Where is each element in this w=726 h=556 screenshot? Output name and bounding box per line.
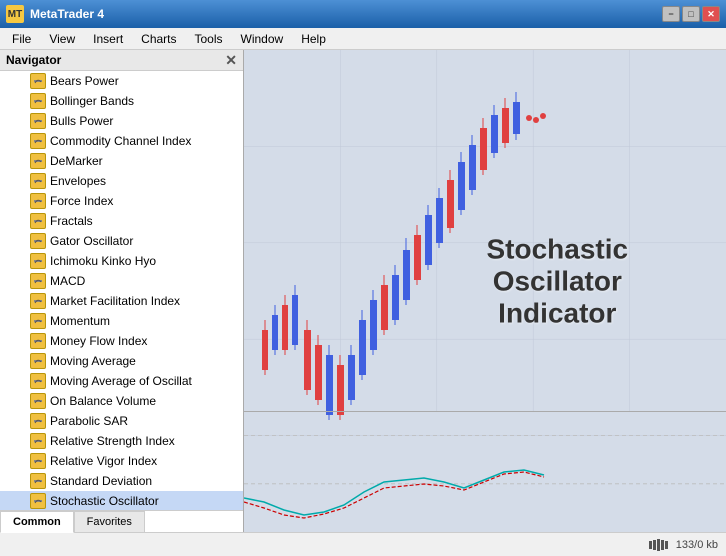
indicator-icon: [30, 393, 46, 409]
app-icon: MT: [6, 5, 24, 23]
indicator-icon: [30, 453, 46, 469]
title-bar: MT MetaTrader 4 − □ ✕: [0, 0, 726, 28]
menu-file[interactable]: File: [4, 30, 39, 48]
nav-item[interactable]: Relative Strength Index: [0, 431, 243, 451]
menu-view[interactable]: View: [41, 30, 83, 48]
indicator-icon: [30, 293, 46, 309]
indicator-icon: [30, 433, 46, 449]
navigator-close[interactable]: ✕: [225, 53, 237, 67]
indicator-icon: [30, 213, 46, 229]
indicator-icon: [30, 153, 46, 169]
navigator-title: Navigator: [6, 53, 61, 67]
indicator-icon: [30, 273, 46, 289]
menu-insert[interactable]: Insert: [85, 30, 131, 48]
nav-item[interactable]: Money Flow Index: [0, 331, 243, 351]
nav-item[interactable]: Market Facilitation Index: [0, 291, 243, 311]
indicator-icon: [30, 173, 46, 189]
minimize-button[interactable]: −: [662, 6, 680, 22]
tab-favorites[interactable]: Favorites: [74, 511, 145, 532]
menu-help[interactable]: Help: [293, 30, 334, 48]
menu-window[interactable]: Window: [233, 30, 292, 48]
close-button[interactable]: ✕: [702, 6, 720, 22]
indicator-icon: [30, 333, 46, 349]
menu-charts[interactable]: Charts: [133, 30, 184, 48]
indicator-label: Stochastic Oscillator: [50, 494, 159, 508]
indicator-label: Bears Power: [50, 74, 119, 88]
nav-item[interactable]: Bollinger Bands: [0, 91, 243, 111]
nav-item[interactable]: Bulls Power: [0, 111, 243, 131]
indicator-label: Relative Vigor Index: [50, 454, 157, 468]
indicator-label: Relative Strength Index: [50, 434, 175, 448]
indicator-icon: [30, 493, 46, 509]
indicator-icon: [30, 373, 46, 389]
maximize-button[interactable]: □: [682, 6, 700, 22]
window-controls: − □ ✕: [662, 6, 720, 22]
indicator-label: Market Facilitation Index: [50, 294, 180, 308]
tab-common[interactable]: Common: [0, 511, 74, 533]
indicator-label: Commodity Channel Index: [50, 134, 191, 148]
indicator-icon: [30, 413, 46, 429]
indicator-icon: [30, 193, 46, 209]
nav-item[interactable]: DeMarker: [0, 151, 243, 171]
main-layout: Navigator ✕ Bears Power Bollinger Bands Bu…: [0, 50, 726, 532]
status-bar: 133/0 kb: [0, 532, 726, 556]
nav-item[interactable]: Stochastic Oscillator: [0, 491, 243, 510]
status-icon: [649, 539, 668, 551]
indicator-label: Standard Deviation: [50, 474, 152, 488]
indicator-label: Momentum: [50, 314, 110, 328]
nav-item[interactable]: MACD: [0, 271, 243, 291]
indicator-label: Parabolic SAR: [50, 414, 128, 428]
app-title: MetaTrader 4: [30, 7, 104, 21]
nav-item[interactable]: Moving Average: [0, 351, 243, 371]
chart-svg: [244, 50, 726, 532]
indicator-label: Moving Average: [50, 354, 136, 368]
navigator-header: Navigator ✕: [0, 50, 243, 71]
nav-item[interactable]: Ichimoku Kinko Hyo: [0, 251, 243, 271]
nav-item[interactable]: Standard Deviation: [0, 471, 243, 491]
indicator-icon: [30, 253, 46, 269]
indicator-label: MACD: [50, 274, 85, 288]
navigator-tabs: Common Favorites: [0, 510, 243, 532]
indicator-icon: [30, 133, 46, 149]
navigator-panel: Navigator ✕ Bears Power Bollinger Bands Bu…: [0, 50, 244, 532]
menu-bar: File View Insert Charts Tools Window Hel…: [0, 28, 726, 50]
nav-item[interactable]: Envelopes: [0, 171, 243, 191]
nav-item[interactable]: Bears Power: [0, 71, 243, 91]
indicator-label: Moving Average of Oscillat: [50, 374, 192, 388]
nav-item[interactable]: On Balance Volume: [0, 391, 243, 411]
memory-status: 133/0 kb: [676, 539, 718, 551]
nav-item[interactable]: Relative Vigor Index: [0, 451, 243, 471]
indicator-label: Bulls Power: [50, 114, 113, 128]
indicator-icon: [30, 233, 46, 249]
indicator-label: Envelopes: [50, 174, 106, 188]
chart-area[interactable]: Stochastic Oscillator Indicator: [244, 50, 726, 532]
nav-item[interactable]: Force Index: [0, 191, 243, 211]
nav-item[interactable]: Momentum: [0, 311, 243, 331]
indicator-icon: [30, 313, 46, 329]
indicator-label: On Balance Volume: [50, 394, 156, 408]
indicator-label: DeMarker: [50, 154, 103, 168]
nav-item[interactable]: Moving Average of Oscillat: [0, 371, 243, 391]
indicator-icon: [30, 353, 46, 369]
indicator-icon: [30, 473, 46, 489]
indicator-label: Gator Oscillator: [50, 234, 133, 248]
indicator-label: Fractals: [50, 214, 93, 228]
nav-item[interactable]: Gator Oscillator: [0, 231, 243, 251]
indicator-icon: [30, 93, 46, 109]
indicator-label: Bollinger Bands: [50, 94, 134, 108]
navigator-list: Bears Power Bollinger Bands Bulls Power Com…: [0, 71, 243, 510]
menu-tools[interactable]: Tools: [187, 30, 231, 48]
indicator-label: Force Index: [50, 194, 113, 208]
indicator-icon: [30, 113, 46, 129]
indicator-icon: [30, 73, 46, 89]
nav-item[interactable]: Fractals: [0, 211, 243, 231]
nav-item[interactable]: Parabolic SAR: [0, 411, 243, 431]
nav-item[interactable]: Commodity Channel Index: [0, 131, 243, 151]
indicator-label: Ichimoku Kinko Hyo: [50, 254, 156, 268]
indicator-label: Money Flow Index: [50, 334, 147, 348]
